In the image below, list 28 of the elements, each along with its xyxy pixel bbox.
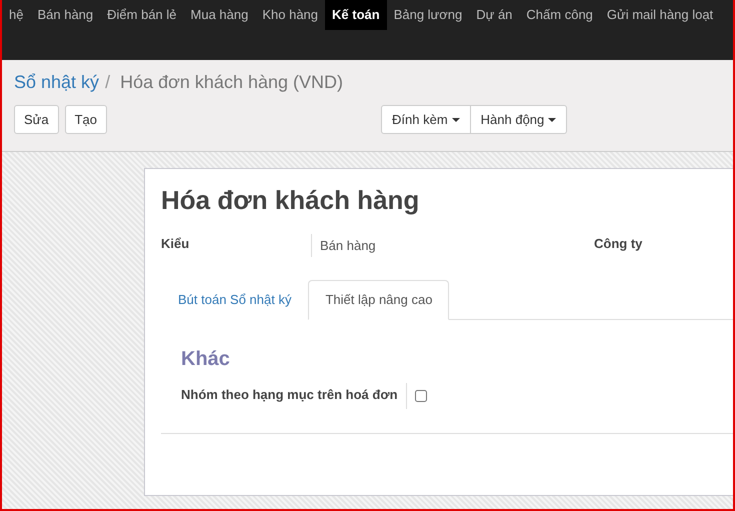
breadcrumb-link[interactable]: Sổ nhật ký: [14, 72, 100, 93]
menu-item[interactable]: Bảng lương: [386, 0, 470, 30]
menu-item[interactable]: Điểm bán lẻ: [100, 0, 184, 30]
menu-item[interactable]: hệ: [2, 0, 30, 30]
tab[interactable]: Bút toán Sổ nhật ký: [161, 280, 308, 320]
field-label: Kiểu: [161, 235, 190, 251]
toolbar-button[interactable]: Sửa: [14, 105, 59, 134]
breadcrumb-current: Hóa đơn khách hàng (VND): [120, 72, 343, 93]
toolbar-button[interactable]: Tạo: [64, 105, 108, 134]
field-value: Bán hàng: [311, 234, 594, 257]
dropdown-button[interactable]: Đính kèm: [381, 105, 471, 134]
checkbox[interactable]: [414, 390, 427, 402]
menu-item[interactable]: Mua hàng: [184, 0, 256, 30]
breadcrumb-separator: /: [105, 72, 110, 93]
caret-icon: [548, 118, 556, 122]
menu-item[interactable]: Dự án: [469, 0, 520, 30]
section-title: Khác: [181, 348, 231, 371]
menu-item[interactable]: Chấm công: [519, 0, 600, 30]
caret-icon: [452, 118, 460, 122]
dropdown-button[interactable]: Hành động: [470, 105, 568, 134]
menu-item[interactable]: Kế toán: [325, 0, 387, 30]
field-label: Công ty: [594, 235, 644, 251]
menu-item[interactable]: Kho hàng: [255, 0, 326, 30]
tab[interactable]: Thiết lập nâng cao: [308, 280, 450, 320]
menu-item[interactable]: Bán hàng: [30, 0, 100, 30]
form-title: Hóa đơn khách hàng: [161, 185, 420, 216]
field-label: Nhóm theo hạng mục trên hoá đơn: [181, 383, 407, 409]
menu-item[interactable]: Gửi mail hàng loạt: [600, 0, 720, 30]
